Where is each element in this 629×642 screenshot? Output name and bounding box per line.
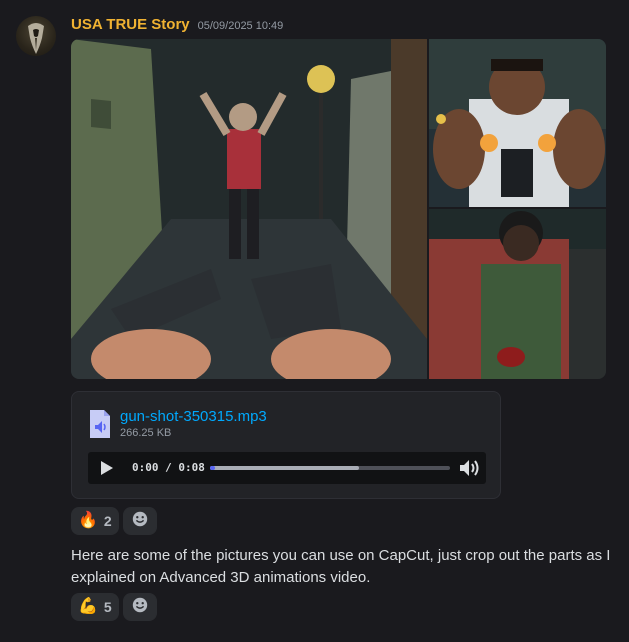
message-text: Here are some of the pictures you can us… [71, 547, 611, 586]
add-reaction-button[interactable] [122, 593, 157, 621]
audio-file-icon [88, 408, 112, 440]
progress-fill [210, 466, 215, 470]
avatar[interactable] [16, 16, 56, 56]
message-header: USA TRUE Story 05/09/2025 10:49 [71, 16, 283, 38]
progress-buffer [210, 466, 359, 470]
gunman-aiming-image[interactable] [429, 39, 606, 207]
current-time: 0:00 [132, 461, 159, 474]
username[interactable]: USA TRUE Story [71, 16, 190, 33]
smile-add-icon [131, 596, 149, 619]
progress-bar[interactable] [210, 466, 450, 470]
image-mosaic [71, 39, 606, 379]
alley-gunpoint-image[interactable] [71, 39, 427, 379]
smile-add-icon [131, 510, 149, 533]
time-separator: / [165, 461, 172, 474]
wounded-man-image[interactable] [429, 209, 606, 379]
chat-message: USA TRUE Story 05/09/2025 10:49 gun-shot… [0, 0, 629, 642]
duration: 0:08 [178, 461, 205, 474]
reaction-fire[interactable]: 🔥 2 [71, 507, 119, 535]
reaction-count: 5 [103, 599, 112, 615]
reactions-row-1: 🔥 2 [71, 507, 157, 535]
playback-time: 0:00 / 0:08 [132, 461, 205, 474]
timestamp: 05/09/2025 10:49 [197, 20, 284, 32]
audio-file-link[interactable]: gun-shot-350315.mp3 [120, 408, 267, 425]
audio-file-size: 266.25 KB [120, 427, 172, 439]
flexed-biceps-emoji: 💪 [78, 598, 98, 615]
volume-icon[interactable] [458, 458, 480, 478]
fire-emoji: 🔥 [78, 512, 98, 529]
add-reaction-button[interactable] [122, 507, 157, 535]
play-icon[interactable] [96, 458, 116, 478]
audio-attachment: gun-shot-350315.mp3 266.25 KB 0:00 / 0:0… [71, 391, 501, 499]
reaction-count: 2 [103, 513, 112, 529]
reaction-flexed-biceps[interactable]: 💪 5 [71, 593, 119, 621]
audio-player: 0:00 / 0:08 [88, 452, 486, 484]
reactions-row-2: 💪 5 [71, 593, 157, 621]
